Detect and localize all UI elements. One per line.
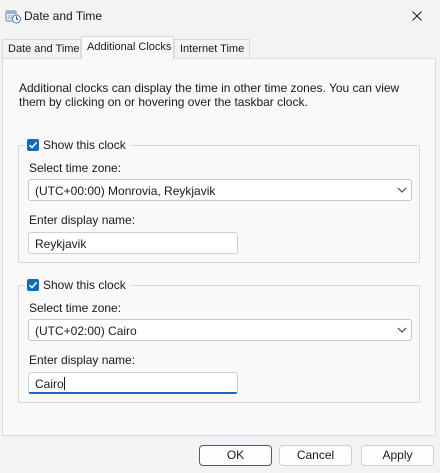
show-clock-label: Show this clock (43, 278, 126, 292)
chevron-down-icon (397, 187, 407, 193)
select-timezone-label: Select time zone: (29, 161, 122, 175)
close-button[interactable] (394, 0, 440, 32)
intro-text: Additional clocks can display the time i… (19, 81, 400, 109)
clock-2-show-toggle[interactable]: Show this clock (25, 277, 130, 293)
apply-button[interactable]: Apply (361, 445, 434, 466)
timezone-value: (UTC+02:00) Cairo (35, 324, 137, 338)
title-bar: Date and Time (0, 0, 440, 32)
cancel-button[interactable]: Cancel (279, 445, 352, 466)
close-icon (412, 11, 422, 21)
clock-1-group: Show this clock Select time zone: (UTC+0… (18, 137, 420, 263)
tab-panel: Additional clocks can display the time i… (2, 58, 436, 436)
display-name-value: Reykjavik (35, 237, 87, 251)
tab-strip: Date and Time Additional Clocks Internet… (0, 36, 440, 59)
timezone-value: (UTC+00:00) Monrovia, Reykjavik (35, 184, 216, 198)
tab-additional-clocks[interactable]: Additional Clocks (81, 36, 174, 59)
date-time-icon (5, 8, 21, 24)
display-name-value: Cairo (35, 377, 65, 391)
tab-date-and-time[interactable]: Date and Time (2, 39, 81, 58)
chevron-down-icon (397, 327, 407, 333)
dialog-footer: OK Cancel Apply (0, 436, 440, 473)
checkbox-checked-icon[interactable] (27, 279, 39, 291)
checkbox-checked-icon[interactable] (27, 139, 39, 151)
display-name-label: Enter display name: (29, 213, 136, 227)
display-name-label: Enter display name: (29, 353, 136, 367)
clock-2-display-name-input[interactable]: Cairo (28, 372, 238, 394)
show-clock-label: Show this clock (43, 138, 126, 152)
clock-2-timezone-select[interactable]: (UTC+02:00) Cairo (28, 319, 412, 341)
select-timezone-label: Select time zone: (29, 301, 122, 315)
clock-2-group: Show this clock Select time zone: (UTC+0… (18, 277, 420, 403)
text-caret (63, 377, 65, 390)
clock-1-show-toggle[interactable]: Show this clock (25, 137, 130, 153)
clock-1-display-name-input[interactable]: Reykjavik (28, 232, 238, 254)
ok-button[interactable]: OK (199, 445, 272, 466)
tab-internet-time[interactable]: Internet Time (174, 39, 250, 58)
clock-1-timezone-select[interactable]: (UTC+00:00) Monrovia, Reykjavik (28, 179, 412, 201)
window-title: Date and Time (24, 9, 103, 23)
